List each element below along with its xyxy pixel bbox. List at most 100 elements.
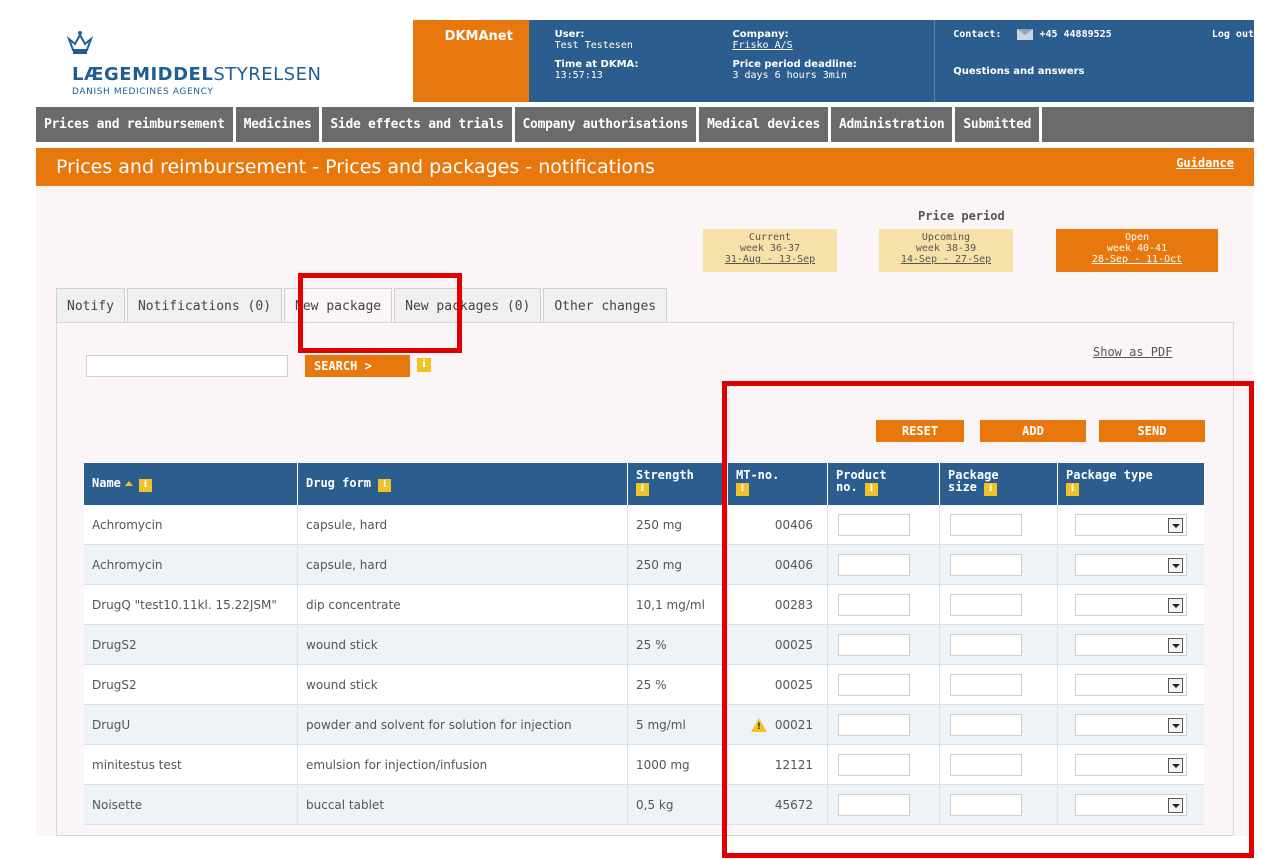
product-no-input[interactable] (838, 513, 910, 536)
package-size-input[interactable] (950, 673, 1022, 696)
info-icon[interactable]: i (1066, 483, 1079, 496)
nav-prices-reimbursement[interactable]: Prices and reimbursement (36, 107, 236, 142)
page-title: Prices and reimbursement - Prices and pa… (56, 156, 655, 178)
cell-product-no (828, 505, 940, 544)
cell-drug-form: dip concentrate (298, 585, 628, 624)
tab-other-changes[interactable]: Other changes (543, 288, 668, 322)
cell-package-size (940, 665, 1058, 704)
package-size-input[interactable] (950, 513, 1022, 536)
product-no-input[interactable] (838, 553, 910, 576)
cell-product-no (828, 585, 940, 624)
product-no-input[interactable] (838, 713, 910, 736)
nav-administration[interactable]: Administration (831, 107, 956, 142)
package-type-select[interactable] (1075, 513, 1187, 536)
chevron-down-icon[interactable] (1168, 797, 1183, 813)
package-type-select[interactable] (1075, 553, 1187, 576)
package-size-input[interactable] (950, 593, 1022, 616)
chevron-down-icon[interactable] (1168, 557, 1183, 573)
col-strength[interactable]: Strength i (628, 463, 728, 505)
cell-product-no (828, 665, 940, 704)
cell-mt-no: 12121 (728, 745, 828, 784)
warning-icon[interactable]: ! (750, 717, 767, 732)
cell-strength: 250 mg (628, 545, 728, 584)
info-icon[interactable]: i (864, 483, 878, 496)
product-no-input[interactable] (838, 633, 910, 656)
nav-submitted[interactable]: Submitted (955, 107, 1043, 142)
package-size-input[interactable] (950, 753, 1022, 776)
col-name[interactable]: Name i (84, 463, 298, 505)
package-type-select[interactable] (1075, 633, 1187, 656)
table-row: Achromycin capsule, hard 250 mg 00406 (84, 545, 1204, 585)
info-icon[interactable]: i (736, 483, 749, 496)
tab-new-package[interactable]: New package (284, 288, 393, 322)
package-type-select[interactable] (1075, 673, 1187, 696)
logout-link[interactable]: Log out (1212, 29, 1254, 40)
search-button[interactable]: SEARCH > (305, 355, 410, 377)
chevron-down-icon[interactable] (1168, 677, 1183, 693)
package-type-select[interactable] (1075, 713, 1187, 736)
col-product-no[interactable]: Product no. i (828, 463, 940, 505)
cell-drug-form: wound stick (298, 625, 628, 664)
product-no-input[interactable] (838, 673, 910, 696)
questions-answers-link[interactable]: Questions and answers (953, 66, 1254, 77)
reset-button[interactable]: RESET (876, 420, 964, 442)
package-size-input[interactable] (950, 713, 1022, 736)
cell-package-type (1058, 665, 1204, 704)
col-package-size[interactable]: Package size i (940, 463, 1058, 505)
nav-medical-devices[interactable]: Medical devices (699, 107, 832, 142)
package-type-select[interactable] (1075, 593, 1187, 616)
chevron-down-icon[interactable] (1168, 597, 1183, 613)
nav-side-effects-trials[interactable]: Side effects and trials (322, 107, 515, 142)
user-info: User: Test Testesen Time at DKMA: 13:57:13 (529, 20, 715, 102)
nav-company-authorisations[interactable]: Company authorisations (515, 107, 700, 142)
package-size-input[interactable] (950, 633, 1022, 656)
package-size-input[interactable] (950, 793, 1022, 816)
chevron-down-icon[interactable] (1168, 517, 1183, 533)
period-open[interactable]: Open week 40-41 28-Sep - 11-Oct (1056, 229, 1218, 272)
guidance-link[interactable]: Guidance (1176, 156, 1234, 170)
cell-package-size (940, 705, 1058, 744)
company-link[interactable]: Frisko A/S (732, 40, 934, 51)
cell-package-size (940, 545, 1058, 584)
package-type-select[interactable] (1075, 753, 1187, 776)
info-icon[interactable]: i (138, 479, 152, 492)
mail-icon[interactable] (1017, 29, 1034, 40)
product-no-input[interactable] (838, 753, 910, 776)
table-row: DrugQ "test10.11kl. 15.22JSM" dip concen… (84, 585, 1204, 625)
search-input[interactable] (86, 355, 288, 377)
info-icon[interactable]: i (417, 358, 431, 372)
info-icon[interactable]: i (636, 483, 649, 496)
col-package-type[interactable]: Package type i (1058, 463, 1204, 505)
tab-notify[interactable]: Notify (56, 288, 125, 322)
cell-name: Achromycin (84, 545, 298, 584)
chevron-down-icon[interactable] (1168, 637, 1183, 653)
send-button[interactable]: SEND (1099, 420, 1205, 442)
table-row: DrugS2 wound stick 25 % 00025 (84, 625, 1204, 665)
info-icon[interactable]: i (984, 483, 998, 496)
cell-strength: 0,5 kg (628, 785, 728, 824)
cell-package-type (1058, 505, 1204, 544)
product-no-input[interactable] (838, 593, 910, 616)
cell-strength: 10,1 mg/ml (628, 585, 728, 624)
show-pdf-link[interactable]: Show as PDF (1093, 345, 1172, 359)
nav-medicines[interactable]: Medicines (236, 107, 323, 142)
chevron-down-icon[interactable] (1168, 757, 1183, 773)
table-row: Noisette buccal tablet 0,5 kg 45672 (84, 785, 1204, 825)
col-drug-form[interactable]: Drug form i (298, 463, 628, 505)
cell-name: DrugS2 (84, 665, 298, 704)
package-size-input[interactable] (950, 553, 1022, 576)
col-mt-no[interactable]: MT-no. i (728, 463, 828, 505)
cell-name: DrugU (84, 705, 298, 744)
product-no-input[interactable] (838, 793, 910, 816)
chevron-down-icon[interactable] (1168, 717, 1183, 733)
agency-logo[interactable]: LÆGEMIDDELSTYRELSEN DANISH MEDICINES AGE… (36, 20, 413, 102)
cell-product-no (828, 745, 940, 784)
cell-name: Achromycin (84, 505, 298, 544)
tab-new-packages[interactable]: New packages (0) (394, 288, 542, 322)
tab-notifications[interactable]: Notifications (0) (126, 288, 283, 322)
period-current[interactable]: Current week 36-37 31-Aug - 13-Sep (703, 229, 837, 272)
add-button[interactable]: ADD (980, 420, 1086, 442)
package-type-select[interactable] (1075, 793, 1187, 816)
info-icon[interactable]: i (378, 479, 392, 492)
period-upcoming[interactable]: Upcoming week 38-39 14-Sep - 27-Sep (879, 229, 1013, 272)
